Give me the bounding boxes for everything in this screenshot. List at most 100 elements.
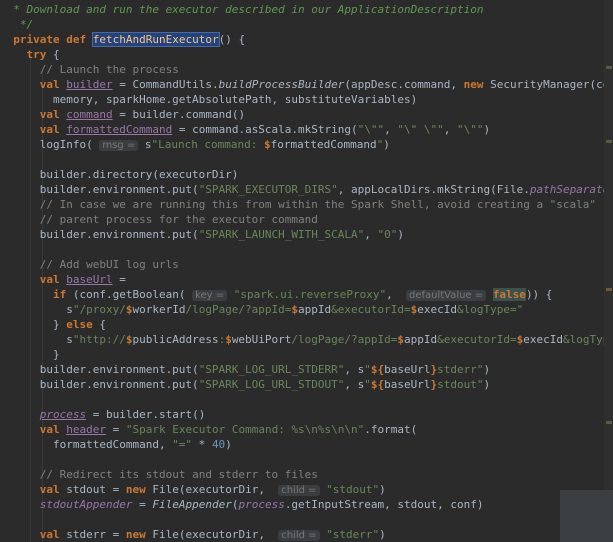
- code-token: logInfo(: [0, 138, 100, 151]
- code-line[interactable]: val stderr = new File(executorDir, child…: [0, 527, 386, 542]
- code-token: val: [39, 108, 67, 121]
- code-token: ${: [370, 363, 385, 376]
- code-token: }: [0, 348, 60, 361]
- code-token: stderr =: [66, 528, 126, 541]
- code-line[interactable]: val command = builder.command(): [0, 107, 245, 122]
- scrollbar-marker: [606, 140, 612, 143]
- code-line[interactable]: private def fetchAndRunExecutor() {: [0, 32, 245, 47]
- code-line[interactable]: if (conf.getBoolean( key = "spark.ui.rev…: [0, 287, 552, 302]
- code-token: val: [39, 528, 67, 541]
- code-line[interactable]: } else {: [0, 317, 106, 332]
- scrollbar-marker: [606, 66, 612, 69]
- code-line[interactable]: builder.environment.put("SPARK_LAUNCH_WI…: [0, 227, 404, 242]
- code-token: "http://: [72, 333, 126, 346]
- code-line[interactable]: val formattedCommand = command.asScala.m…: [0, 122, 490, 137]
- code-token: // Redirect its stdout and stderr to fil…: [39, 468, 318, 481]
- code-token: formattedCommand,: [0, 438, 173, 451]
- code-token: try: [26, 48, 53, 61]
- code-token: process: [238, 498, 285, 511]
- code-line[interactable]: memory, sparkHome.getAbsolutePath, subst…: [0, 92, 417, 107]
- code-token: // Launch the process: [39, 63, 179, 76]
- code-token: execId: [523, 333, 563, 346]
- code-line[interactable]: builder.directory(executorDir): [0, 167, 239, 182]
- code-token: ,: [364, 228, 378, 241]
- code-token: *: [192, 438, 212, 451]
- code-token: 40: [211, 438, 226, 451]
- code-token: (conf.getBoolean(: [72, 288, 193, 301]
- code-token: $: [264, 138, 271, 151]
- code-line[interactable]: val stdout = new File(executorDir, child…: [0, 482, 386, 497]
- code-line[interactable]: try {: [0, 47, 60, 62]
- parameter-hint: child =: [278, 530, 320, 541]
- code-token: ,: [443, 123, 458, 136]
- code-token: builder.environment.put(: [0, 183, 199, 196]
- code-token: "\" \"": [397, 123, 444, 136]
- code-line[interactable]: s"/proxy/$workerId/logPage/?appId=$appId…: [0, 302, 523, 317]
- code-line[interactable]: builder.environment.put("SPARK_EXECUTOR_…: [0, 182, 613, 197]
- code-line[interactable]: }: [0, 347, 60, 362]
- code-token: "SPARK_EXECUTOR_DIRS": [198, 183, 338, 196]
- code-editor[interactable]: * Download and run the executor describe…: [0, 0, 613, 542]
- code-token: val: [39, 483, 67, 496]
- code-token: ": [364, 363, 371, 376]
- code-token: ): [379, 483, 386, 496]
- code-line[interactable]: */: [0, 17, 33, 32]
- editor-scrollbar[interactable]: [604, 0, 613, 542]
- code-token: () {: [218, 33, 246, 46]
- code-token: publicAddress: [132, 333, 219, 346]
- code-line[interactable]: val header = "Spark Executor Command: %s…: [0, 422, 418, 437]
- code-token: val: [39, 123, 67, 136]
- code-line[interactable]: val baseUrl =: [0, 272, 126, 287]
- code-token: builder.environment.put(: [0, 363, 199, 376]
- code-token: baseUrl: [384, 378, 431, 391]
- code-token: if: [52, 288, 73, 301]
- parameter-hint: defaultValue =: [405, 290, 487, 301]
- code-token: stderr": [437, 363, 484, 376]
- code-token: builder: [66, 78, 113, 91]
- code-token: private def: [13, 33, 93, 46]
- code-token: s: [138, 138, 152, 151]
- code-token: command: [66, 108, 113, 121]
- code-token: , appLocalDirs.mkString(File.: [337, 183, 530, 196]
- parameter-hint: child =: [278, 485, 320, 496]
- code-token: s: [0, 303, 73, 316]
- code-line[interactable]: // parent process for the executor comma…: [0, 212, 318, 227]
- code-token: = builder.command(): [112, 108, 246, 121]
- code-line[interactable]: formattedCommand, "=" * 40): [0, 437, 232, 452]
- code-line[interactable]: * Download and run the executor describe…: [0, 2, 483, 17]
- code-line[interactable]: process = builder.start(): [0, 407, 206, 422]
- code-line[interactable]: val builder = CommandUtils.buildProcessB…: [0, 77, 613, 92]
- code-token: ): [379, 528, 386, 541]
- code-token: =: [132, 498, 153, 511]
- code-token: =: [106, 423, 126, 436]
- code-token: val: [39, 273, 67, 286]
- code-token: "\"": [457, 123, 484, 136]
- code-line[interactable]: builder.environment.put("SPARK_LOG_URL_S…: [0, 377, 490, 392]
- code-line[interactable]: // Launch the process: [0, 62, 179, 77]
- code-line[interactable]: // Redirect its stdout and stderr to fil…: [0, 467, 318, 482]
- code-token: fetchAndRunExecutor: [91, 32, 220, 47]
- scrollbar-marker: [606, 288, 612, 291]
- code-token: ": [364, 378, 371, 391]
- code-token: s: [0, 333, 73, 346]
- code-token: pathSeparator: [529, 183, 613, 196]
- code-line[interactable]: builder.environment.put("SPARK_LOG_URL_S…: [0, 362, 490, 377]
- code-line[interactable]: stdoutAppender = FileAppender(process.ge…: [0, 497, 484, 512]
- code-line[interactable]: logInfo( msg = s"Launch command: $format…: [0, 137, 390, 152]
- code-token: * Download and run the executor describe…: [0, 3, 484, 16]
- code-line[interactable]: s"http://$publicAddress:$webUiPort/logPa…: [0, 332, 613, 347]
- code-line[interactable]: // In case we are running this from with…: [0, 197, 596, 212]
- code-token: ): [225, 438, 232, 451]
- code-line[interactable]: // Add webUI log urls: [0, 257, 179, 272]
- code-token: new: [125, 483, 153, 496]
